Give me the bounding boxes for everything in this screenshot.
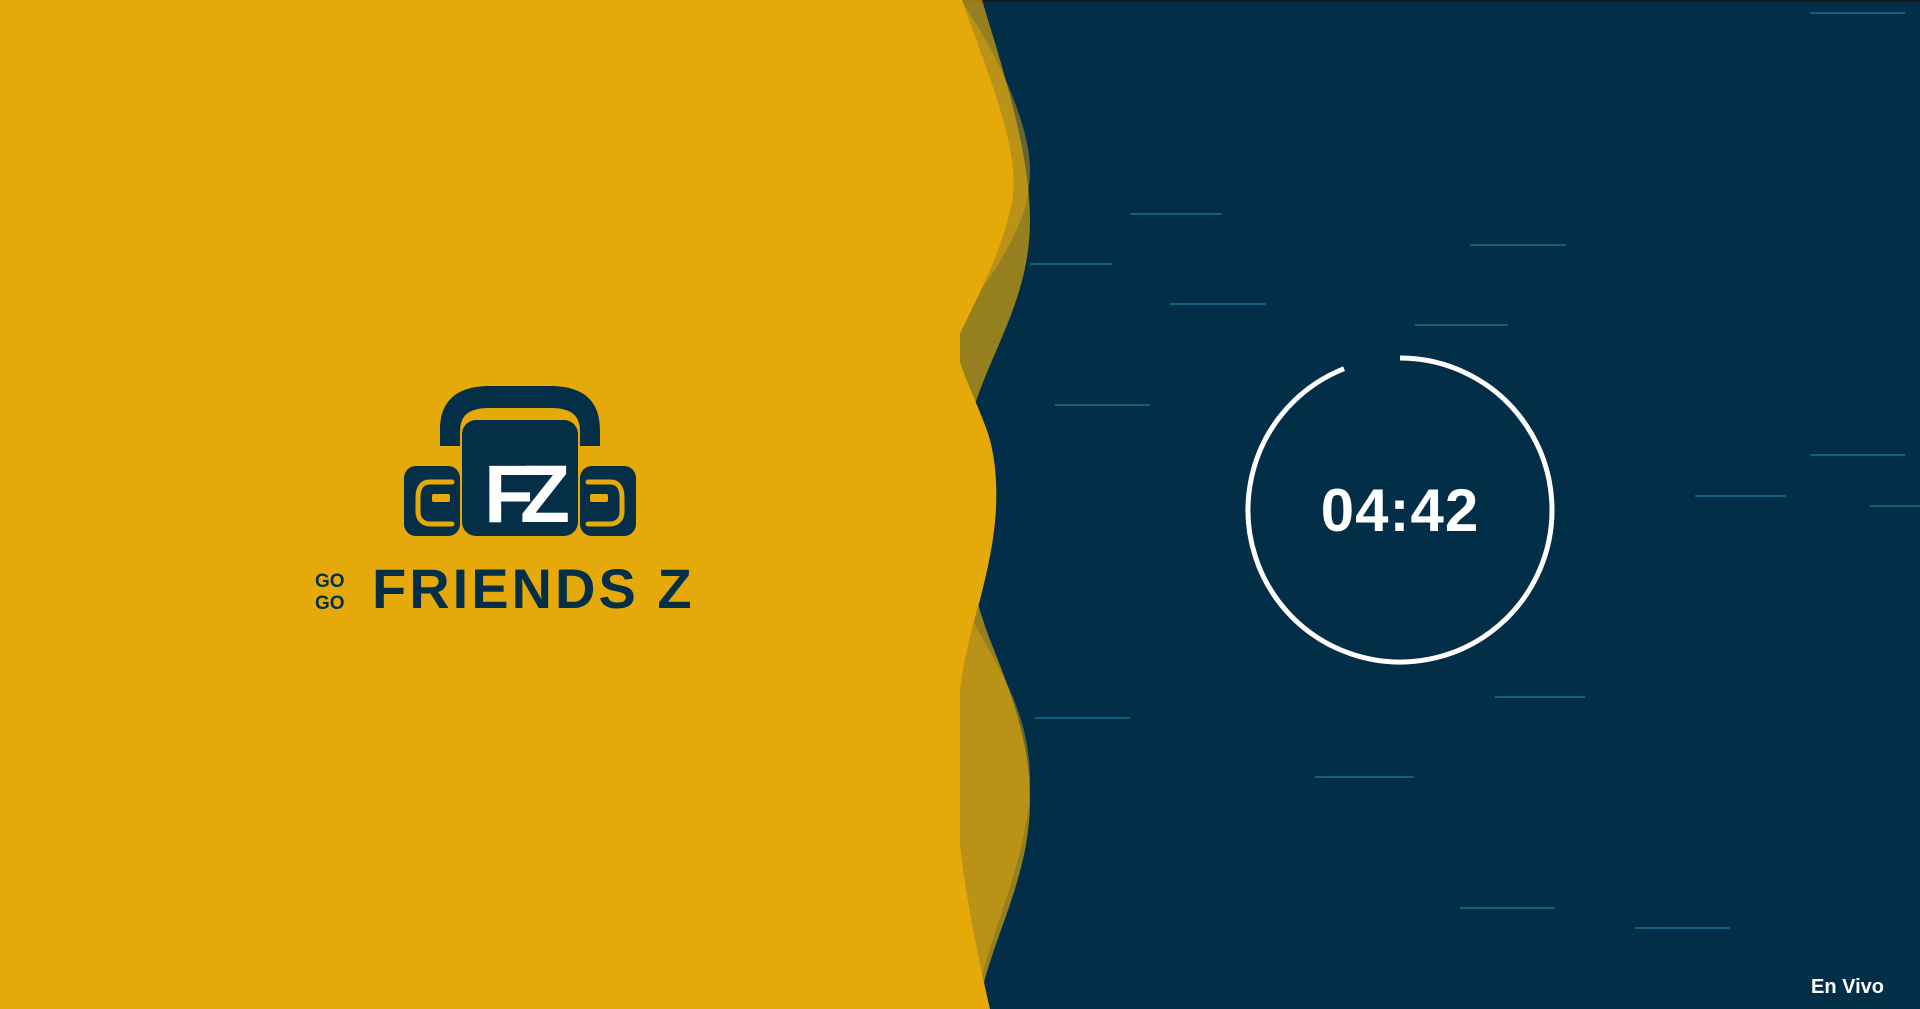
background xyxy=(0,0,1920,1009)
logo-brand-name: FRIENDS Z xyxy=(372,557,695,620)
timer-display: 04:42 xyxy=(1320,476,1480,544)
logo-prefix-bottom: GO xyxy=(315,593,345,614)
stage: FZ GO GO FRIENDS Z 04:42 En Vivo xyxy=(0,0,1920,1009)
brand-logo: FZ GO GO FRIENDS Z xyxy=(315,386,695,620)
logo-monogram: FZ xyxy=(484,449,568,540)
live-status-label: En Vivo xyxy=(1811,976,1884,998)
logo-prefix-top: GO xyxy=(315,571,345,592)
